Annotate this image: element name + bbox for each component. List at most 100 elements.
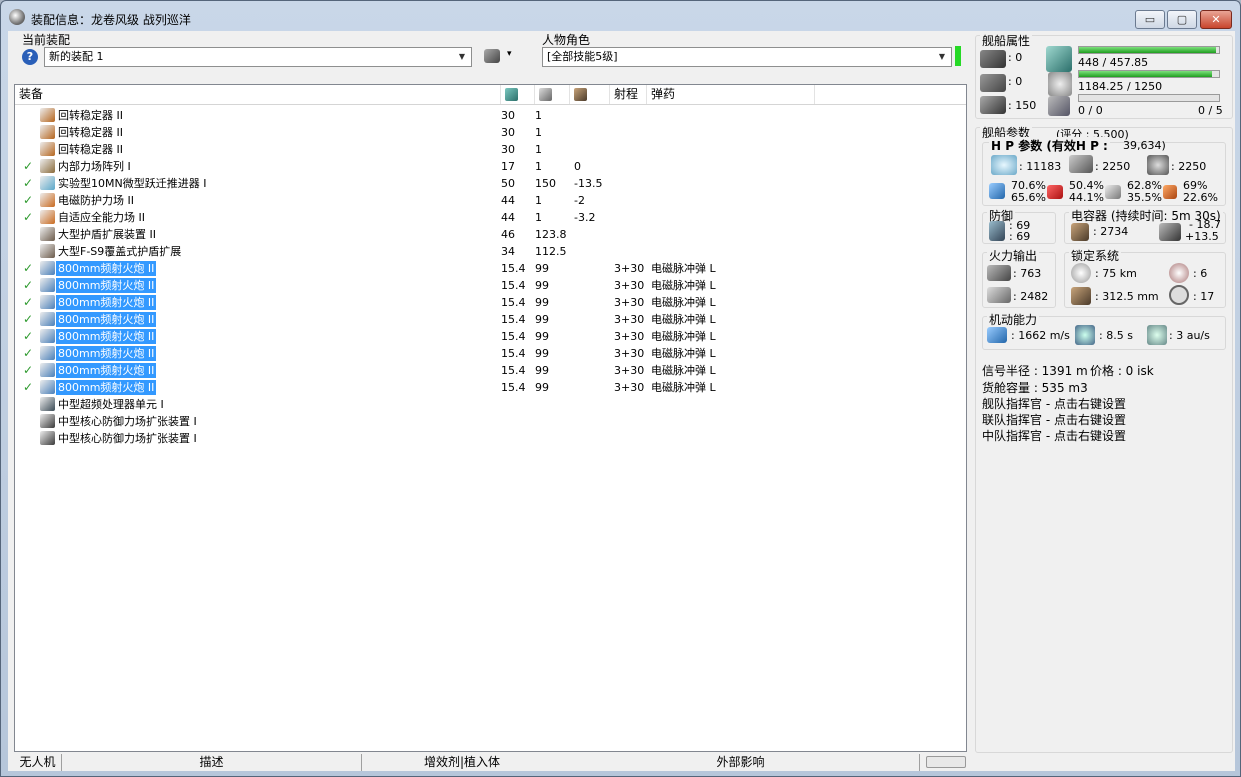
help-icon[interactable]: ? — [22, 49, 38, 65]
table-row[interactable]: 大型F-S9覆盖式护盾扩展 34 112.5 — [15, 243, 966, 260]
powergrid-cell: 99 — [535, 364, 549, 377]
table-row[interactable]: ✓ 800mm频射火炮 II 15.4 99 3+30 电磁脉冲弹 L — [15, 362, 966, 379]
fitting-select[interactable]: 新的装配 1 ▼ — [44, 47, 472, 67]
table-row[interactable]: 回转稳定器 II 30 1 — [15, 141, 966, 158]
check-icon: ✓ — [23, 193, 34, 207]
table-row[interactable]: ✓ 内部力场阵列 I 17 1 0 — [15, 158, 966, 175]
chevron-down-icon: ▼ — [458, 52, 466, 61]
squad-commander[interactable]: 中队指挥官 - 点击右键设置 — [982, 427, 1126, 444]
powergrid-cell: 99 — [535, 262, 549, 275]
hp-title: H P 参数 (有效H P : — [989, 137, 1110, 154]
external-effects-tab[interactable]: 外部影响 — [562, 754, 920, 771]
table-row[interactable]: ✓ 800mm频射火炮 II 15.4 99 3+30 电磁脉冲弹 L — [15, 379, 966, 396]
ship-tool-icon[interactable] — [484, 49, 500, 63]
col-capacitor[interactable] — [570, 85, 610, 104]
table-row[interactable]: 回转稳定器 II 30 1 — [15, 107, 966, 124]
em-resist-icon — [989, 183, 1005, 199]
boosters-implants-tab[interactable]: 增效剂|植入体 — [362, 754, 562, 771]
cpu-cell: 34 — [501, 245, 515, 258]
table-row[interactable]: 中型核心防御力场扩张装置 I — [15, 430, 966, 447]
character-select[interactable]: [全部技能5级] ▼ — [542, 47, 952, 67]
capacitor-recharge: +13.5 — [1185, 230, 1219, 243]
high-slot-value: : 0 — [1008, 51, 1023, 64]
powergrid-cell: 99 — [535, 330, 549, 343]
table-row[interactable]: ✓ 自适应全能力场 II 44 1 -3.2 — [15, 209, 966, 226]
col-powergrid[interactable] — [535, 85, 570, 104]
wing-commander[interactable]: 联队指挥官 - 点击右键设置 — [982, 411, 1126, 428]
resize-grip[interactable] — [926, 756, 966, 768]
title-bar[interactable]: 装配信息：龙卷风级 战列巡洋 ▭ ▢ ✕ — [1, 1, 1240, 31]
table-row[interactable]: 大型护盾扩展装置 II 46 123.8 — [15, 226, 966, 243]
table-row[interactable]: ✓ 800mm频射火炮 II 15.4 99 3+30 电磁脉冲弹 L — [15, 260, 966, 277]
cpu-icon — [505, 88, 518, 101]
table-row[interactable]: ✓ 实验型10MN微型跃迁推进器 I 50 150 -13.5 — [15, 175, 966, 192]
col-cpu[interactable] — [501, 85, 535, 104]
defense-section: 防御 : 69 : 69 — [982, 207, 1056, 244]
ammo-cell: 电磁脉冲弹 L — [651, 262, 716, 275]
close-button[interactable]: ✕ — [1200, 10, 1232, 29]
minimize-button[interactable]: ▭ — [1135, 10, 1165, 29]
capacitor-cell: -2 — [574, 194, 585, 207]
powergrid-bar-fill — [1079, 71, 1212, 77]
cpu-bar — [1078, 46, 1220, 54]
check-icon: ✓ — [23, 210, 34, 224]
cpu-bar-fill — [1079, 47, 1217, 53]
fitting-window: 装配信息：龙卷风级 战列巡洋 ▭ ▢ ✕ 当前装配 ? 新的装配 1 ▼ ▾ 人… — [0, 0, 1241, 777]
velocity-icon — [987, 327, 1007, 343]
capacitor-icon — [574, 88, 587, 101]
range-cell: 3+30 — [614, 347, 645, 360]
module-name: 中型超频处理器单元 I — [58, 398, 164, 411]
table-row[interactable]: ✓ 800mm频射火炮 II 15.4 99 3+30 电磁脉冲弹 L — [15, 328, 966, 345]
module-name: 800mm频射火炮 II — [56, 329, 157, 344]
fleet-commander[interactable]: 舰队指挥官 - 点击右键设置 — [982, 395, 1126, 412]
table-row[interactable]: ✓ 电磁防护力场 II 44 1 -2 — [15, 192, 966, 209]
cpu-value: 448 / 457.85 — [1078, 56, 1149, 69]
table-row[interactable]: ✓ 800mm频射火炮 II 15.4 99 3+30 电磁脉冲弹 L — [15, 294, 966, 311]
ship-stats-panel: 舰船属性 : 0 : 0 : 150 448 / 457.85 1184.25 … — [975, 31, 1235, 771]
table-row[interactable]: 回转稳定器 II 30 1 — [15, 124, 966, 141]
hp-section: H P 参数 (有效H P : 39,634) : 11183 : 2250 :… — [982, 137, 1226, 206]
targeting-section: 锁定系统 : 75 km : 6 : 312.5 mm : 17 — [1064, 247, 1226, 308]
module-name: 电磁防护力场 II — [58, 194, 134, 207]
module-icon — [40, 210, 55, 224]
col-ammo[interactable]: 弹药 — [647, 85, 815, 104]
character-label: 人物角色 — [542, 33, 591, 47]
table-row[interactable]: ✓ 800mm频射火炮 II 15.4 99 3+30 电磁脉冲弹 L — [15, 277, 966, 294]
table-row[interactable]: ✓ 800mm频射火炮 II 15.4 99 3+30 电磁脉冲弹 L — [15, 345, 966, 362]
module-icon — [40, 125, 55, 139]
turret-dps-icon — [987, 265, 1011, 281]
scan-resolution-value: : 312.5 mm — [1095, 290, 1159, 303]
table-row[interactable]: 中型核心防御力场扩张装置 I — [15, 413, 966, 430]
structure-hp-value: : 2250 — [1171, 160, 1207, 173]
module-icon — [40, 159, 55, 173]
max-targets-value: : 6 — [1193, 267, 1208, 280]
kinetic-resist-icon — [1105, 185, 1121, 199]
powergrid-cell: 99 — [535, 313, 549, 326]
tool-dropdown-arrow[interactable]: ▾ — [507, 49, 512, 59]
module-icon — [40, 227, 55, 241]
thermal-resist-b: 44.1% — [1069, 191, 1104, 204]
col-range[interactable]: 射程 — [610, 85, 647, 104]
table-header: 装备 射程 弹药 — [15, 85, 966, 105]
powergrid-cell: 1 — [535, 211, 542, 224]
armor-icon — [1069, 155, 1093, 173]
shield-icon — [991, 155, 1017, 175]
launcher-value: : 150 — [1008, 99, 1037, 112]
window-title: 装配信息：龙卷风级 战列巡洋 — [31, 13, 191, 27]
table-row[interactable]: 中型超频处理器单元 I — [15, 396, 966, 413]
drones-tab[interactable]: 无人机 — [14, 754, 62, 771]
cpu-cell: 15.4 — [501, 262, 526, 275]
module-icon — [40, 329, 55, 343]
description-tab[interactable]: 描述 — [62, 754, 362, 771]
module-name: 回转稳定器 II — [58, 109, 123, 122]
cpu-cell: 17 — [501, 160, 515, 173]
check-icon: ✓ — [23, 363, 34, 377]
check-icon: ✓ — [23, 295, 34, 309]
current-fitting-label: 当前装配 — [22, 33, 71, 47]
maximize-button[interactable]: ▢ — [1167, 10, 1197, 29]
col-module[interactable]: 装备 — [15, 85, 501, 104]
ammo-cell: 电磁脉冲弹 L — [651, 279, 716, 292]
capacitor-cell: 0 — [574, 160, 581, 173]
cpu-cell: 44 — [501, 211, 515, 224]
table-row[interactable]: ✓ 800mm频射火炮 II 15.4 99 3+30 电磁脉冲弹 L — [15, 311, 966, 328]
